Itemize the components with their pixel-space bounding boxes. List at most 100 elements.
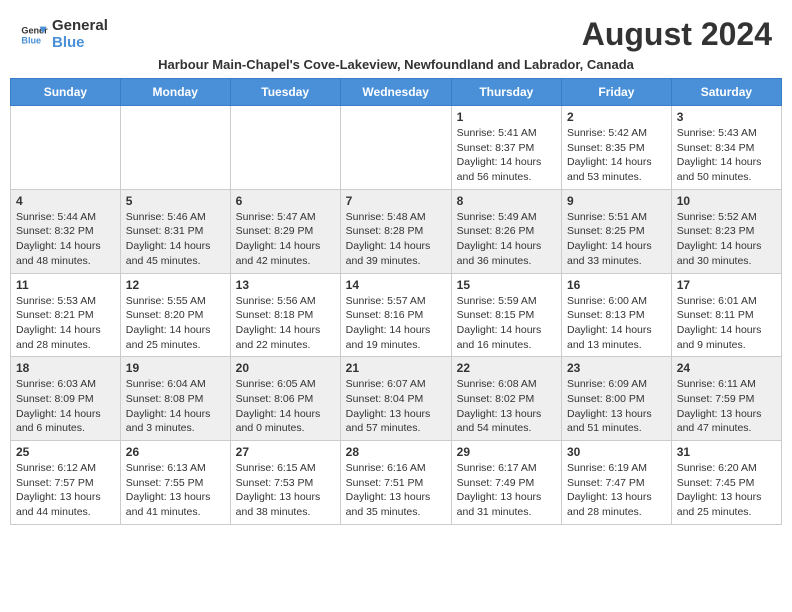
day-number: 20 [236, 361, 335, 375]
month-title: August 2024 [582, 16, 772, 53]
day-info: Sunrise: 6:01 AM Sunset: 8:11 PM Dayligh… [677, 294, 776, 353]
day-info: Sunrise: 6:00 AM Sunset: 8:13 PM Dayligh… [567, 294, 666, 353]
day-of-week-header: Sunday [11, 79, 121, 106]
day-number: 15 [457, 278, 556, 292]
logo-icon: General Blue [20, 21, 48, 49]
day-number: 16 [567, 278, 666, 292]
day-of-week-header: Saturday [671, 79, 781, 106]
day-number: 17 [677, 278, 776, 292]
calendar-cell: 5 Sunrise: 5:46 AM Sunset: 8:31 PM Daylig… [120, 189, 230, 273]
day-info: Sunrise: 6:08 AM Sunset: 8:02 PM Dayligh… [457, 377, 556, 436]
calendar-cell: 18 Sunrise: 6:03 AM Sunset: 8:09 PM Dayli… [11, 357, 121, 441]
calendar-cell: 16 Sunrise: 6:00 AM Sunset: 8:13 PM Dayli… [562, 273, 672, 357]
day-of-week-header: Thursday [451, 79, 561, 106]
calendar-cell: 6 Sunrise: 5:47 AM Sunset: 8:29 PM Daylig… [230, 189, 340, 273]
day-info: Sunrise: 6:04 AM Sunset: 8:08 PM Dayligh… [126, 377, 225, 436]
calendar-cell: 15 Sunrise: 5:59 AM Sunset: 8:15 PM Dayli… [451, 273, 561, 357]
day-number: 30 [567, 445, 666, 459]
day-number: 5 [126, 194, 225, 208]
calendar-cell: 9 Sunrise: 5:51 AM Sunset: 8:25 PM Daylig… [562, 189, 672, 273]
day-number: 14 [346, 278, 446, 292]
day-number: 24 [677, 361, 776, 375]
calendar-cell: 12 Sunrise: 5:55 AM Sunset: 8:20 PM Dayli… [120, 273, 230, 357]
svg-text:Blue: Blue [21, 35, 41, 45]
day-number: 8 [457, 194, 556, 208]
day-info: Sunrise: 5:53 AM Sunset: 8:21 PM Dayligh… [16, 294, 115, 353]
calendar-cell: 21 Sunrise: 6:07 AM Sunset: 8:04 PM Dayli… [340, 357, 451, 441]
calendar-cell: 20Sunrise: 6:05 AM Sunset: 8:06 PM Dayli… [230, 357, 340, 441]
calendar-cell: 23Sunrise: 6:09 AM Sunset: 8:00 PM Dayli… [562, 357, 672, 441]
day-info: Sunrise: 5:46 AM Sunset: 8:31 PM Dayligh… [126, 210, 225, 269]
day-number: 27 [236, 445, 335, 459]
calendar-cell: 27 Sunrise: 6:15 AM Sunset: 7:53 PM Dayli… [230, 441, 340, 525]
calendar-cell: 8 Sunrise: 5:49 AM Sunset: 8:26 PM Daylig… [451, 189, 561, 273]
day-info: Sunrise: 6:13 AM Sunset: 7:55 PM Dayligh… [126, 461, 225, 520]
calendar-week-row: 18 Sunrise: 6:03 AM Sunset: 8:09 PM Dayli… [11, 357, 782, 441]
day-info: Sunrise: 5:59 AM Sunset: 8:15 PM Dayligh… [457, 294, 556, 353]
calendar-week-row: 25Sunrise: 6:12 AM Sunset: 7:57 PM Dayli… [11, 441, 782, 525]
day-info: Sunrise: 5:55 AM Sunset: 8:20 PM Dayligh… [126, 294, 225, 353]
day-number: 13 [236, 278, 335, 292]
calendar-cell: 13Sunrise: 5:56 AM Sunset: 8:18 PM Dayli… [230, 273, 340, 357]
day-number: 19 [126, 361, 225, 375]
logo-line1: General [52, 18, 108, 35]
day-info: Sunrise: 6:11 AM Sunset: 7:59 PM Dayligh… [677, 377, 776, 436]
calendar-cell: 1 Sunrise: 5:41 AM Sunset: 8:37 PM Daylig… [451, 106, 561, 190]
calendar-cell: 30Sunrise: 6:19 AM Sunset: 7:47 PM Dayli… [562, 441, 672, 525]
day-info: Sunrise: 6:15 AM Sunset: 7:53 PM Dayligh… [236, 461, 335, 520]
day-number: 18 [16, 361, 115, 375]
calendar-cell [11, 106, 121, 190]
day-info: Sunrise: 6:03 AM Sunset: 8:09 PM Dayligh… [16, 377, 115, 436]
day-info: Sunrise: 5:47 AM Sunset: 8:29 PM Dayligh… [236, 210, 335, 269]
day-number: 10 [677, 194, 776, 208]
calendar-cell: 31 Sunrise: 6:20 AM Sunset: 7:45 PM Dayli… [671, 441, 781, 525]
day-number: 1 [457, 110, 556, 124]
day-number: 9 [567, 194, 666, 208]
calendar-cell: 11 Sunrise: 5:53 AM Sunset: 8:21 PM Dayli… [11, 273, 121, 357]
day-info: Sunrise: 6:20 AM Sunset: 7:45 PM Dayligh… [677, 461, 776, 520]
header: General Blue General Blue August 2024 [10, 10, 782, 55]
calendar-cell: 28 Sunrise: 6:16 AM Sunset: 7:51 PM Dayli… [340, 441, 451, 525]
day-number: 4 [16, 194, 115, 208]
day-info: Sunrise: 5:42 AM Sunset: 8:35 PM Dayligh… [567, 126, 666, 185]
day-number: 11 [16, 278, 115, 292]
calendar-cell: 22 Sunrise: 6:08 AM Sunset: 8:02 PM Dayli… [451, 357, 561, 441]
logo-line2: Blue [52, 35, 108, 52]
day-info: Sunrise: 6:07 AM Sunset: 8:04 PM Dayligh… [346, 377, 446, 436]
calendar-header-row: SundayMondayTuesdayWednesdayThursdayFrid… [11, 79, 782, 106]
day-number: 28 [346, 445, 446, 459]
calendar-cell [340, 106, 451, 190]
calendar-week-row: 1 Sunrise: 5:41 AM Sunset: 8:37 PM Daylig… [11, 106, 782, 190]
calendar-week-row: 4Sunrise: 5:44 AM Sunset: 8:32 PM Daylig… [11, 189, 782, 273]
calendar-cell: 14Sunrise: 5:57 AM Sunset: 8:16 PM Dayli… [340, 273, 451, 357]
day-of-week-header: Wednesday [340, 79, 451, 106]
day-info: Sunrise: 5:52 AM Sunset: 8:23 PM Dayligh… [677, 210, 776, 269]
subtitle: Harbour Main-Chapel's Cove-Lakeview, New… [10, 55, 782, 78]
day-info: Sunrise: 5:41 AM Sunset: 8:37 PM Dayligh… [457, 126, 556, 185]
calendar-cell: 7Sunrise: 5:48 AM Sunset: 8:28 PM Daylig… [340, 189, 451, 273]
calendar-cell: 10 Sunrise: 5:52 AM Sunset: 8:23 PM Dayli… [671, 189, 781, 273]
day-number: 3 [677, 110, 776, 124]
calendar-cell: 2 Sunrise: 5:42 AM Sunset: 8:35 PM Daylig… [562, 106, 672, 190]
day-number: 12 [126, 278, 225, 292]
day-number: 21 [346, 361, 446, 375]
logo: General Blue General Blue [20, 18, 108, 51]
day-info: Sunrise: 5:48 AM Sunset: 8:28 PM Dayligh… [346, 210, 446, 269]
calendar-cell [230, 106, 340, 190]
day-number: 2 [567, 110, 666, 124]
calendar-cell: 26Sunrise: 6:13 AM Sunset: 7:55 PM Dayli… [120, 441, 230, 525]
day-info: Sunrise: 5:51 AM Sunset: 8:25 PM Dayligh… [567, 210, 666, 269]
calendar-cell: 4Sunrise: 5:44 AM Sunset: 8:32 PM Daylig… [11, 189, 121, 273]
calendar-cell: 29Sunrise: 6:17 AM Sunset: 7:49 PM Dayli… [451, 441, 561, 525]
day-of-week-header: Monday [120, 79, 230, 106]
day-info: Sunrise: 6:16 AM Sunset: 7:51 PM Dayligh… [346, 461, 446, 520]
day-info: Sunrise: 6:17 AM Sunset: 7:49 PM Dayligh… [457, 461, 556, 520]
day-info: Sunrise: 6:09 AM Sunset: 8:00 PM Dayligh… [567, 377, 666, 436]
day-number: 25 [16, 445, 115, 459]
calendar-cell: 24 Sunrise: 6:11 AM Sunset: 7:59 PM Dayli… [671, 357, 781, 441]
day-number: 22 [457, 361, 556, 375]
day-number: 31 [677, 445, 776, 459]
day-info: Sunrise: 5:49 AM Sunset: 8:26 PM Dayligh… [457, 210, 556, 269]
day-number: 6 [236, 194, 335, 208]
calendar-cell: 3Sunrise: 5:43 AM Sunset: 8:34 PM Daylig… [671, 106, 781, 190]
